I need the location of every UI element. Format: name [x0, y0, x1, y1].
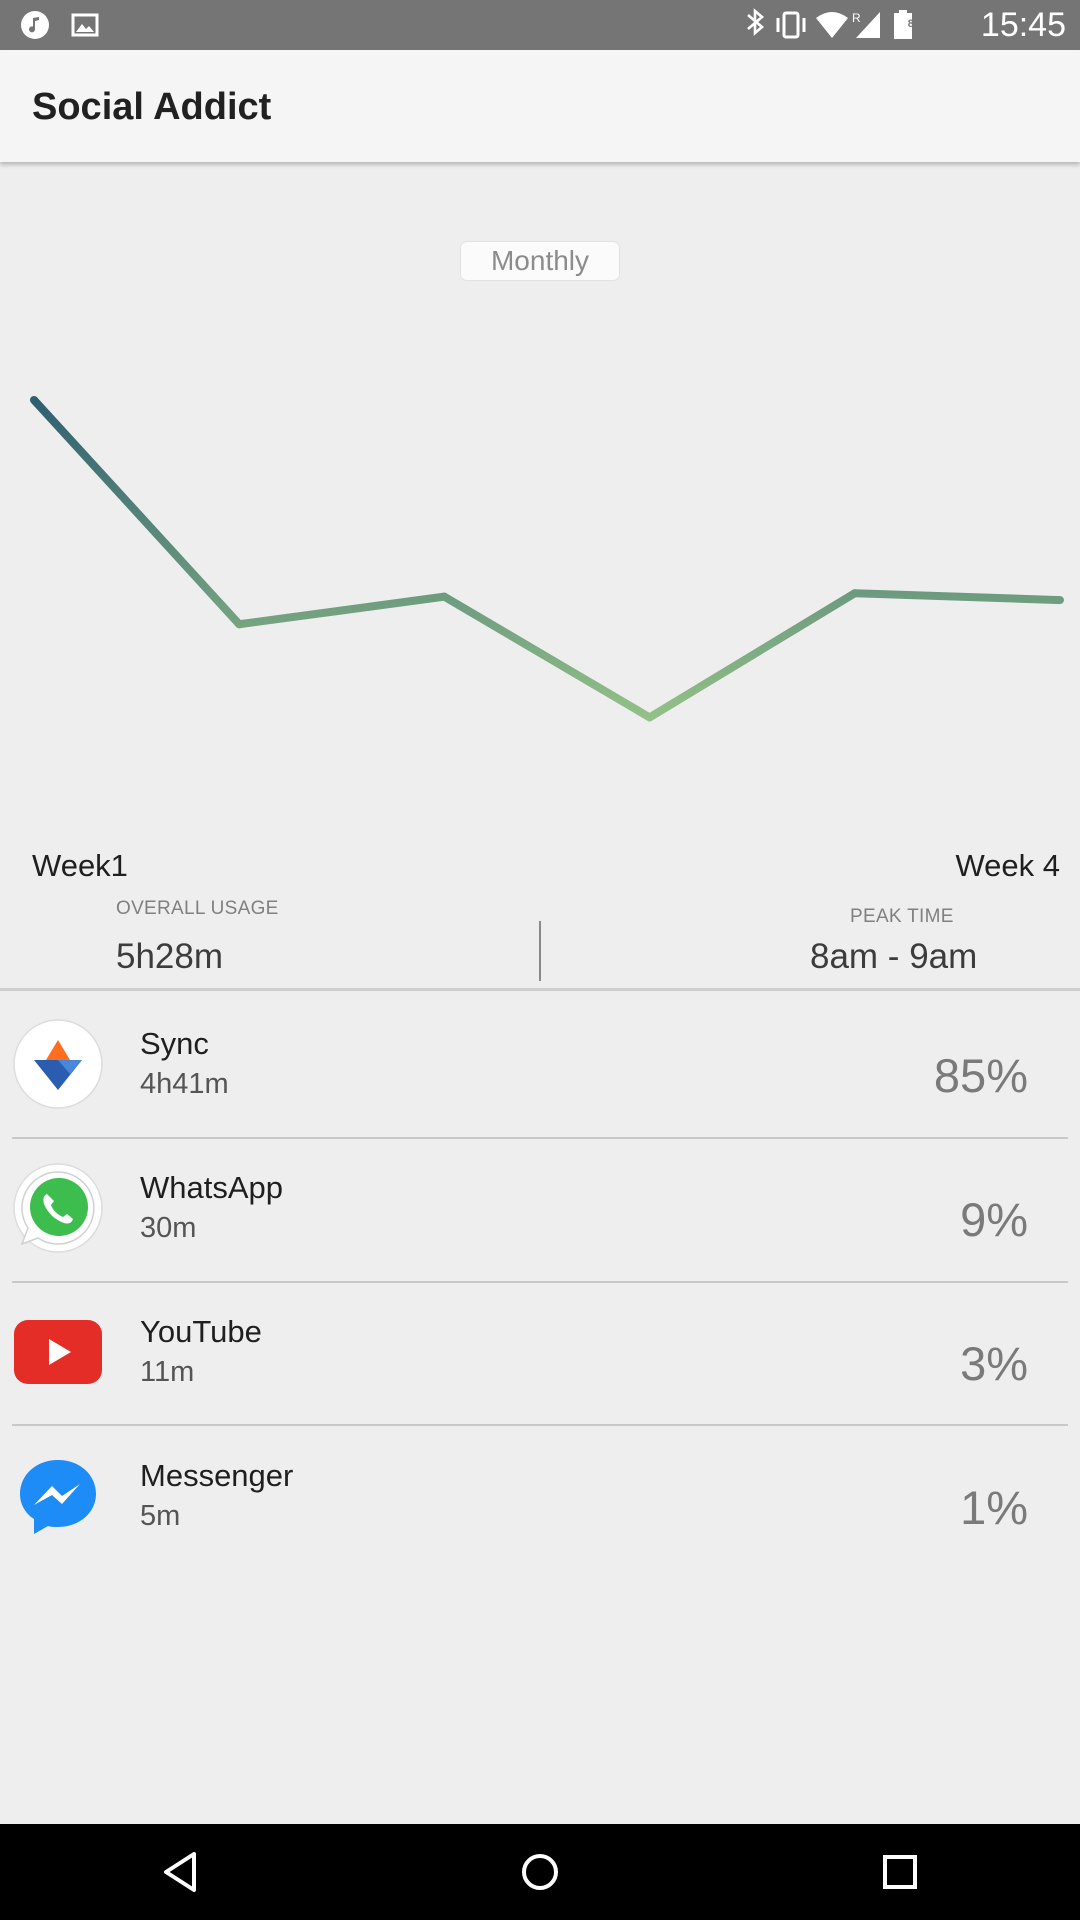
image-icon [71, 13, 99, 37]
stats-divider [539, 921, 541, 981]
bluetooth-icon [747, 8, 764, 36]
peak-time-value: 8am - 9am [810, 937, 978, 976]
data-point-4 [850, 589, 859, 598]
app-usage-percent: 85% [933, 1049, 1028, 1102]
battery-level: 81 [907, 18, 920, 30]
overall-usage-value: 5h28m [116, 937, 224, 976]
row-divider [12, 1137, 1068, 1139]
range-selector-button[interactable]: Monthly [460, 241, 620, 281]
signal-roaming-icon: R [852, 11, 880, 38]
app-name: Sync [140, 1026, 209, 1061]
navigation-bar [0, 1824, 1080, 1920]
data-point-5 [1056, 596, 1064, 605]
wifi-icon [816, 12, 848, 38]
app-row-messenger[interactable]: Messenger 5m 1% [12, 1428, 1068, 1572]
app-row-whatsapp[interactable]: WhatsApp 30m 9% [12, 1140, 1068, 1284]
svg-text:R: R [852, 11, 861, 25]
row-divider [12, 1424, 1068, 1426]
chart-start-label: Week1 [32, 848, 128, 883]
app-title: Social Addict [32, 86, 272, 128]
data-point-2 [440, 592, 449, 601]
app-name: YouTube [140, 1314, 262, 1349]
app-row-youtube[interactable]: YouTube 11m 3% [12, 1284, 1068, 1428]
app-row-sync[interactable]: Sync 4h41m 85% [12, 996, 1068, 1140]
youtube-icon [14, 1320, 102, 1384]
app-name: Messenger [140, 1458, 294, 1493]
overall-usage-caption: OVERALL USAGE [116, 898, 279, 919]
app-usage-time: 11m [140, 1356, 195, 1388]
back-icon[interactable] [150, 1842, 210, 1902]
sync-icon [13, 1019, 103, 1109]
app-usage-percent: 1% [960, 1481, 1028, 1534]
data-point-3 [645, 713, 654, 722]
whatsapp-icon [13, 1163, 103, 1253]
home-icon[interactable] [510, 1842, 570, 1902]
app-name: WhatsApp [140, 1170, 284, 1205]
stats-divider-line [0, 988, 1080, 991]
data-point-0 [30, 396, 38, 404]
app-usage-percent: 3% [960, 1337, 1028, 1390]
app-usage-time: 30m [140, 1212, 197, 1244]
chart-end-label: Week 4 [955, 848, 1060, 883]
clock: 15:45 [980, 6, 1066, 44]
usage-series-line [31, 397, 1061, 722]
app-bar: Social Addict [0, 50, 1080, 162]
status-bar: R 81 15:45 [0, 0, 1080, 50]
recents-icon[interactable] [870, 1842, 930, 1902]
data-point-1 [235, 620, 244, 629]
app-usage-percent: 9% [960, 1193, 1028, 1246]
peak-time-caption: PEAK TIME [850, 906, 954, 927]
app-usage-time: 5m [140, 1500, 181, 1532]
row-divider [12, 1281, 1068, 1283]
vibrate-icon [776, 11, 806, 39]
app-usage-time: 4h41m [140, 1068, 229, 1100]
messenger-icon [20, 1460, 96, 1534]
music-note-icon [21, 11, 49, 39]
